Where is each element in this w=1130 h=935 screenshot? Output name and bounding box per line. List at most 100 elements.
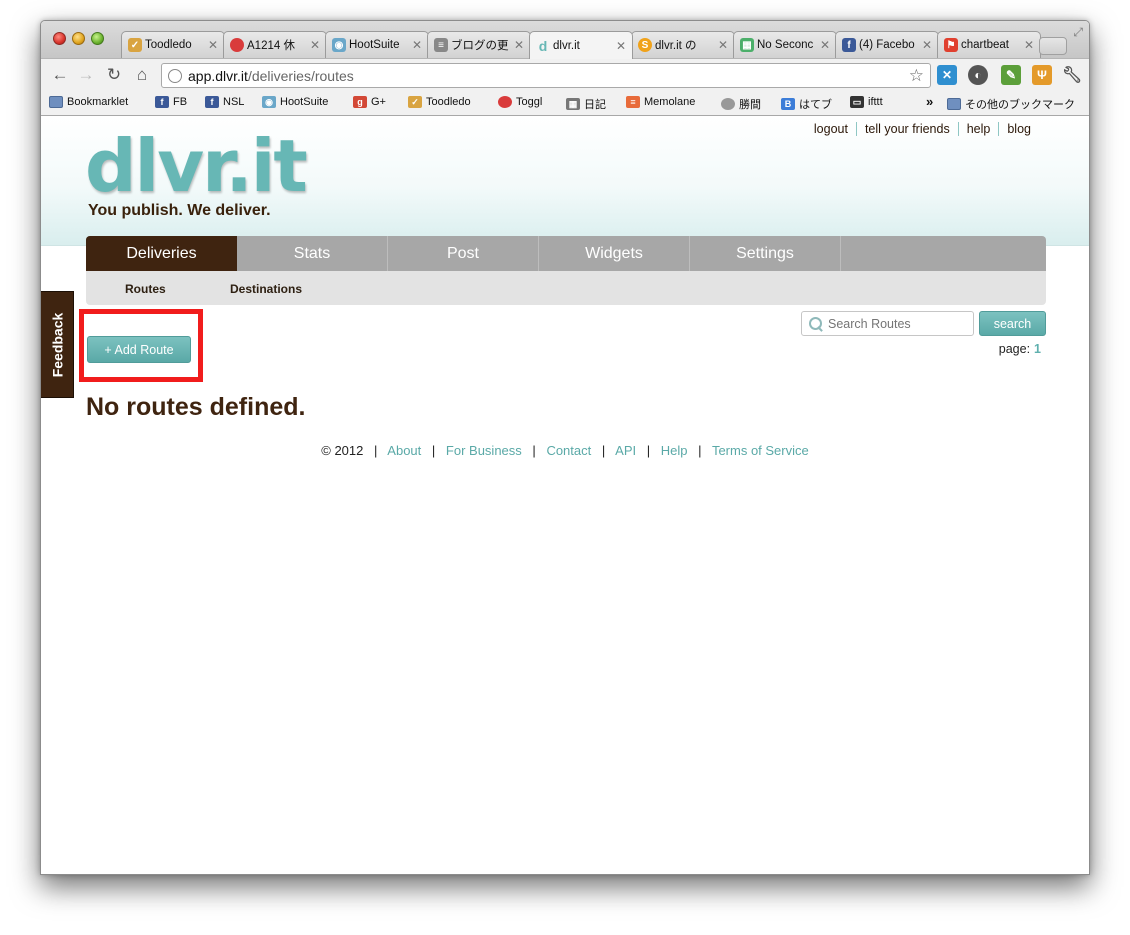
bookmark-item[interactable]: Toggl <box>498 96 542 108</box>
feedback-tab[interactable]: Feedback <box>41 291 74 398</box>
tab-strip: ✓ Toodledo ✕ A1214 休 ✕ ◉ HootSuite ✕ ≡ ブ… <box>41 21 1089 59</box>
close-icon[interactable]: ✕ <box>718 38 728 52</box>
dlvrit-logo[interactable]: dlvr.it <box>85 124 308 208</box>
record-icon <box>230 38 244 52</box>
extension-globe-icon[interactable]: ◐ <box>968 65 988 85</box>
footer-contact-link[interactable]: Contact <box>546 443 591 458</box>
browser-tab[interactable]: ≡ ブログの更 ✕ <box>427 31 531 58</box>
browser-tab[interactable]: ▦ No Seconc ✕ <box>733 31 837 58</box>
bookmark-item[interactable]: f FB <box>155 96 187 108</box>
wrench-icon[interactable]: 🔧︎ <box>1062 65 1082 85</box>
browser-window: ✓ Toodledo ✕ A1214 休 ✕ ◉ HootSuite ✕ ≡ ブ… <box>40 20 1090 875</box>
fork-knife-icon[interactable]: Ψ <box>1032 65 1052 85</box>
ifttt-icon: ▭ <box>850 96 864 108</box>
bookmark-item[interactable]: ▦ 日記 <box>566 96 606 112</box>
bookmark-item[interactable]: ✓ Toodledo <box>408 96 471 108</box>
close-icon[interactable]: ✕ <box>1024 38 1034 52</box>
back-arrow-icon[interactable]: ← <box>49 64 71 86</box>
empty-routes-message: No routes defined. <box>86 393 306 421</box>
browser-tab[interactable]: ✓ Toodledo ✕ <box>121 31 225 58</box>
extension-x-icon[interactable]: ✕ <box>937 65 957 85</box>
tab-stats[interactable]: Stats <box>237 236 388 271</box>
folder-icon <box>947 98 961 110</box>
search-routes-field[interactable] <box>801 311 974 336</box>
search-button[interactable]: search <box>979 311 1046 336</box>
subnav-routes[interactable]: Routes <box>125 282 166 296</box>
browser-tab-active[interactable]: d dlvr.it ✕ <box>529 31 633 59</box>
other-bookmarks[interactable]: その他のブックマーク <box>947 96 1075 112</box>
record-icon <box>498 96 512 108</box>
footer-separator: | <box>374 443 378 458</box>
page-label: page: <box>998 342 1031 356</box>
browser-tab[interactable]: ⚑ chartbeat ✕ <box>937 31 1041 58</box>
zoom-window-button[interactable] <box>91 32 104 45</box>
add-route-button[interactable]: + Add Route <box>87 336 191 363</box>
close-icon[interactable]: ✕ <box>820 38 830 52</box>
reload-icon[interactable]: ↻ <box>103 64 125 86</box>
close-icon[interactable]: ✕ <box>616 39 626 53</box>
top-links: logout tell your friends help blog <box>806 122 1039 136</box>
gplus-icon: g <box>353 96 367 108</box>
close-icon[interactable]: ✕ <box>208 38 218 52</box>
bookmark-item[interactable]: ≡ Memolane <box>626 96 695 108</box>
browser-toolbar: ← → ↻ ⌂ app.dlvr.it/deliveries/routes ☆ … <box>41 58 1089 91</box>
tab-settings[interactable]: Settings <box>690 236 841 271</box>
bookmark-item[interactable]: ▭ ifttt <box>850 96 883 108</box>
s-icon: S <box>638 38 652 52</box>
browser-tab[interactable]: ◉ HootSuite ✕ <box>325 31 429 58</box>
bookmark-item[interactable]: f NSL <box>205 96 244 108</box>
tell-friends-link[interactable]: tell your friends <box>855 122 958 136</box>
bookmark-item[interactable]: 勝間 <box>721 96 761 112</box>
browser-tab[interactable]: S dlvr.it の ✕ <box>631 31 735 58</box>
bookmark-item[interactable]: B はてブ <box>781 96 832 112</box>
home-icon[interactable]: ⌂ <box>131 64 153 86</box>
hatebu-icon: B <box>781 98 795 110</box>
help-link[interactable]: help <box>957 122 999 136</box>
blog-icon: ≡ <box>434 38 448 52</box>
footer-separator: | <box>601 443 606 458</box>
blog-link[interactable]: blog <box>998 122 1039 136</box>
address-bar[interactable]: app.dlvr.it/deliveries/routes ☆ <box>161 63 931 88</box>
owl-icon: ◉ <box>332 38 346 52</box>
globe-icon <box>168 69 182 83</box>
fullscreen-icon[interactable]: ⤢ <box>1073 25 1083 40</box>
globe-icon <box>721 98 735 110</box>
evernote-icon[interactable]: ✎ <box>1001 65 1021 85</box>
footer: © 2012 | About | For Business | Contact … <box>41 443 1089 458</box>
tab-widgets[interactable]: Widgets <box>539 236 690 271</box>
browser-tab[interactable]: A1214 休 ✕ <box>223 31 327 58</box>
bookmark-item[interactable]: ◉ HootSuite <box>262 96 328 108</box>
new-tab-button[interactable] <box>1039 37 1067 55</box>
dlvrit-icon: d <box>538 37 548 54</box>
close-icon[interactable]: ✕ <box>310 38 320 52</box>
footer-api-link[interactable]: API <box>615 443 636 458</box>
main-nav: Deliveries Stats Post Widgets Settings <box>86 236 1046 271</box>
tab-post[interactable]: Post <box>388 236 539 271</box>
close-icon[interactable]: ✕ <box>412 38 422 52</box>
search-input[interactable] <box>828 316 968 331</box>
grid-icon: ▦ <box>566 98 580 110</box>
page-number-link[interactable]: 1 <box>1034 342 1041 356</box>
star-icon[interactable]: ☆ <box>909 66 924 86</box>
close-icon[interactable]: ✕ <box>514 38 524 52</box>
footer-business-link[interactable]: For Business <box>446 443 522 458</box>
checkbox-icon: ✓ <box>408 96 422 108</box>
url-path: /deliveries/routes <box>247 67 354 84</box>
subnav-destinations[interactable]: Destinations <box>230 282 302 296</box>
minimize-window-button[interactable] <box>72 32 85 45</box>
stripes-icon: ≡ <box>626 96 640 108</box>
facebook-icon: f <box>842 38 856 52</box>
forward-arrow-icon[interactable]: → <box>75 64 97 86</box>
close-icon[interactable]: ✕ <box>922 38 932 52</box>
footer-terms-link[interactable]: Terms of Service <box>712 443 809 458</box>
bookmark-item[interactable]: g G+ <box>353 96 386 108</box>
footer-help-link[interactable]: Help <box>661 443 688 458</box>
close-window-button[interactable] <box>53 32 66 45</box>
bookmarks-overflow-button[interactable]: » <box>926 94 933 109</box>
bookmark-item[interactable]: Bookmarklet <box>49 96 128 108</box>
footer-about-link[interactable]: About <box>387 443 421 458</box>
browser-tab[interactable]: f (4) Facebo ✕ <box>835 31 939 58</box>
footer-copyright: © 2012 <box>321 443 364 458</box>
logout-link[interactable]: logout <box>806 122 856 136</box>
tab-deliveries[interactable]: Deliveries <box>86 236 237 271</box>
